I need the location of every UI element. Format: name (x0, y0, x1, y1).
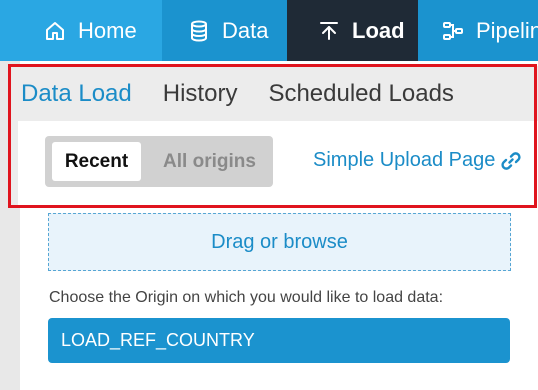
data-load-panel: Data Load History Scheduled Loads Recent… (9, 66, 538, 206)
nav-load[interactable]: Load (287, 0, 418, 61)
segment-all-origins-button[interactable]: All origins (154, 142, 265, 181)
link-icon (501, 151, 521, 171)
tab-scheduled-loads[interactable]: Scheduled Loads (268, 80, 453, 108)
database-icon (188, 20, 210, 42)
origin-prompt: Choose the Origin on which you would lik… (49, 289, 444, 306)
sub-tabs: Data Load History Scheduled Loads (21, 66, 485, 121)
home-icon (44, 20, 66, 42)
origin-filter-bar: Recent All origins Simple Upload Page (18, 121, 538, 206)
segment-recent-button[interactable]: Recent (52, 142, 141, 181)
origin-select[interactable]: LOAD_REF_COUNTRY (48, 318, 510, 363)
nav-data[interactable]: Data (162, 0, 287, 61)
dropzone-label: Drag or browse (211, 230, 348, 253)
nav-pipelines-label: Pipelines (476, 17, 538, 43)
origin-select-value: LOAD_REF_COUNTRY (61, 330, 255, 350)
nav-data-label: Data (222, 17, 269, 43)
nav-load-label: Load (352, 17, 405, 43)
tab-history[interactable]: History (163, 80, 238, 108)
simple-upload-page-label: Simple Upload Page (313, 149, 496, 171)
origin-segmented-control: Recent All origins (45, 136, 273, 187)
upload-icon (318, 20, 340, 42)
simple-upload-page-link[interactable]: Simple Upload Page (313, 149, 521, 172)
pipeline-icon (442, 20, 464, 42)
tab-data-load[interactable]: Data Load (21, 80, 132, 108)
nav-pipelines[interactable]: Pipelines (418, 0, 538, 61)
nav-home-label: Home (78, 17, 137, 43)
app-root: Home Data Load Pipelin Data Load History… (0, 0, 538, 390)
top-navigation: Home Data Load Pipelin (0, 0, 538, 61)
nav-home[interactable]: Home (0, 0, 162, 61)
file-dropzone[interactable]: Drag or browse (48, 213, 511, 271)
